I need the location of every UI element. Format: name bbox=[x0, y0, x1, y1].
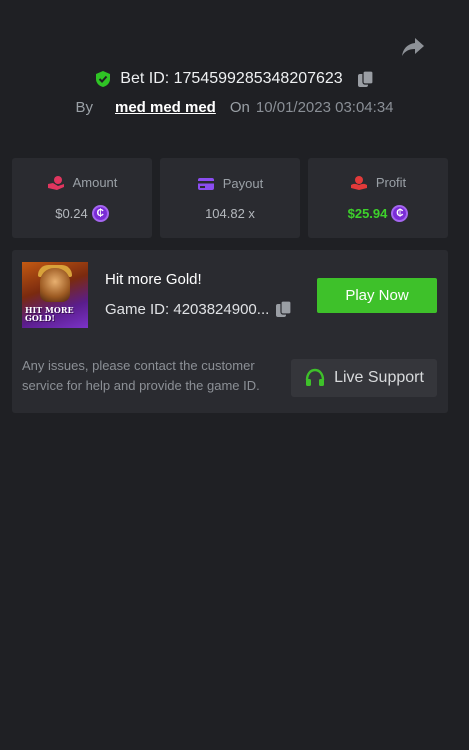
coin-icon: ₵ bbox=[91, 204, 109, 222]
share-icon bbox=[402, 38, 424, 56]
on-label: On bbox=[229, 98, 250, 116]
game-card: HIT MORE GOLD! Hit more Gold! Game ID: 4… bbox=[12, 250, 448, 413]
stat-amount-label: Amount bbox=[72, 175, 118, 190]
play-now-button[interactable]: Play Now bbox=[317, 278, 437, 313]
copy-icon[interactable] bbox=[357, 70, 375, 88]
hand-money-icon bbox=[350, 175, 367, 190]
stat-payout-value-row: 104.82 x bbox=[205, 206, 255, 221]
stat-amount-value-row: $0.24 ₵ bbox=[55, 204, 109, 222]
bet-id-label: Bet ID: 1754599285348207623 bbox=[120, 70, 343, 87]
stat-profit-header: Profit bbox=[350, 175, 406, 191]
thumbnail-title: HIT MORE GOLD! bbox=[25, 305, 74, 323]
stat-profit-label: Profit bbox=[375, 175, 407, 190]
copy-icon[interactable] bbox=[275, 300, 293, 318]
stat-profit-value-row: $25.94 ₵ bbox=[347, 204, 409, 222]
bet-stats: Amount $0.24 ₵ Payout 104.82 x Profit $2… bbox=[12, 158, 448, 238]
stat-payout: Payout 104.82 x bbox=[160, 158, 300, 238]
headset-icon bbox=[305, 368, 325, 386]
thumbnail-miner bbox=[40, 268, 70, 302]
stat-payout-value: 104.82 x bbox=[205, 205, 255, 221]
stat-payout-header: Payout bbox=[197, 176, 263, 192]
game-thumbnail[interactable]: HIT MORE GOLD! bbox=[22, 262, 88, 328]
stat-amount-header: Amount bbox=[47, 175, 118, 191]
live-support-button[interactable]: Live Support bbox=[291, 359, 437, 397]
share-button[interactable] bbox=[401, 36, 425, 58]
bet-datetime: 10/01/2023 03:04:34 bbox=[255, 98, 394, 116]
bet-author-row: By med med med On 10/01/2023 03:04:34 bbox=[0, 96, 469, 118]
stat-payout-label: Payout bbox=[222, 176, 264, 191]
stat-amount-value: $0.24 bbox=[55, 205, 88, 221]
bet-id-row: Bet ID: 1754599285348207623 bbox=[0, 68, 469, 90]
shield-check-icon bbox=[96, 71, 111, 87]
hand-coin-icon bbox=[47, 175, 64, 190]
by-label: By bbox=[75, 98, 93, 116]
stat-profit: Profit $25.94 ₵ bbox=[308, 158, 448, 238]
stat-amount: Amount $0.24 ₵ bbox=[12, 158, 152, 238]
stat-profit-value: $25.94 bbox=[347, 205, 388, 221]
card-icon bbox=[197, 177, 214, 190]
username-link[interactable]: med med med bbox=[115, 99, 216, 116]
game-id-row: Game ID: 4203824900... bbox=[105, 300, 293, 318]
coin-icon: ₵ bbox=[391, 204, 409, 222]
live-support-label: Live Support bbox=[334, 369, 424, 386]
game-id-label: Game ID: 4203824900... bbox=[105, 300, 270, 318]
game-title: Hit more Gold! bbox=[105, 271, 202, 288]
support-help-text: Any issues, please contact the customer … bbox=[22, 358, 260, 393]
